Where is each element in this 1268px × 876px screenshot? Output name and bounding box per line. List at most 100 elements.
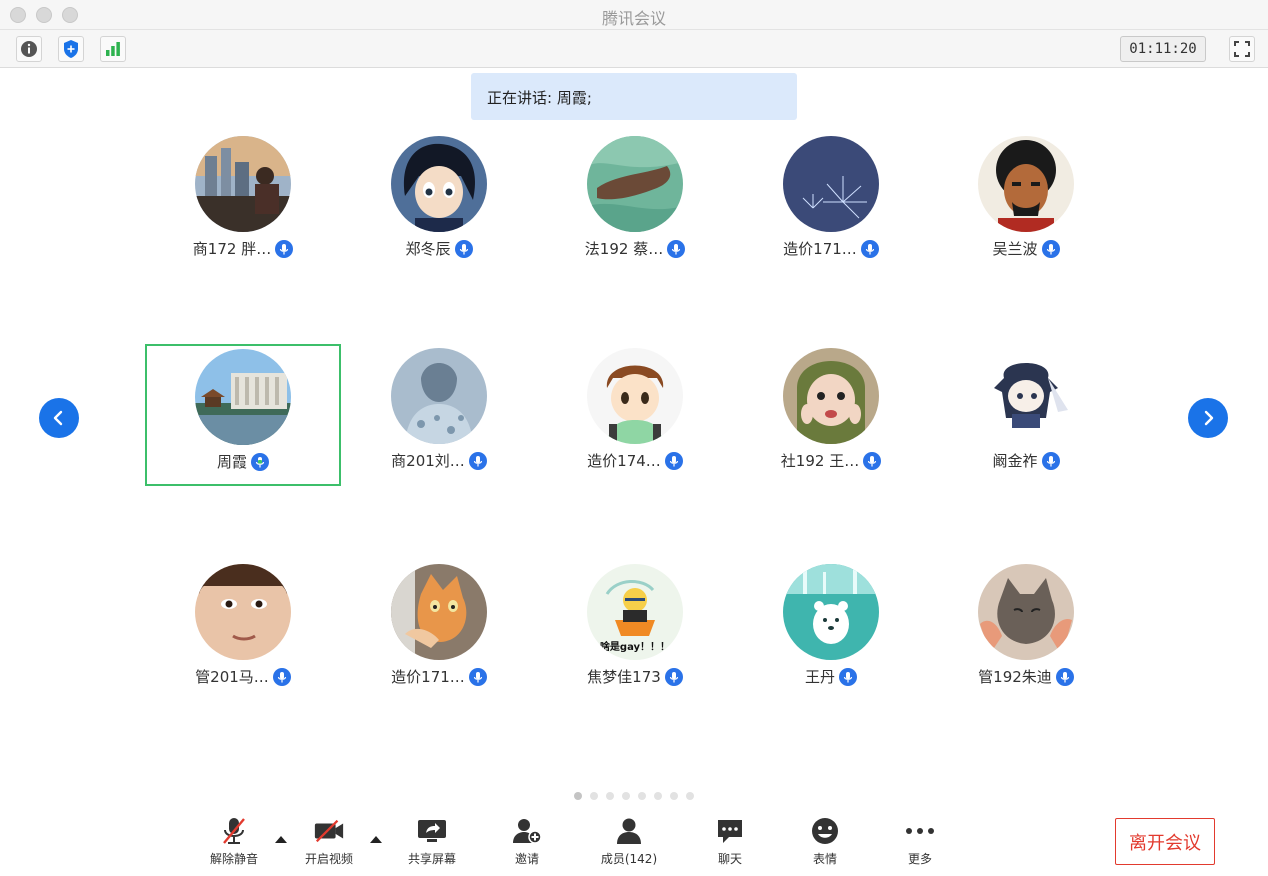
page-dot[interactable]: [606, 792, 614, 800]
page-dot[interactable]: [638, 792, 646, 800]
security-button[interactable]: [58, 36, 84, 62]
video-options-caret[interactable]: [370, 836, 382, 843]
window-title: 腾讯会议: [601, 9, 666, 28]
smiley-icon: [812, 818, 838, 844]
participant-tile[interactable]: 法192 蔡…: [537, 132, 733, 274]
invite-label: 邀请: [514, 852, 539, 866]
page-dot[interactable]: [622, 792, 630, 800]
avatar: [587, 348, 683, 444]
participant-name: 吴兰波: [992, 240, 1038, 258]
participant-tile[interactable]: 造价171…: [733, 132, 929, 274]
next-page-button[interactable]: [1188, 398, 1228, 438]
mic-icon: [667, 239, 686, 258]
start-video-button[interactable]: 开启视频: [289, 816, 369, 872]
fullscreen-icon: [1234, 41, 1250, 57]
participant-tile[interactable]: 吴兰波: [928, 132, 1124, 274]
mic-icon: [468, 451, 487, 470]
page-dot[interactable]: [670, 792, 678, 800]
mic-icon: [863, 451, 882, 470]
camera-off-icon: [314, 819, 344, 843]
participant-tile[interactable]: 商172 胖…: [145, 132, 341, 274]
participant-tile[interactable]: 社192 王…: [733, 344, 929, 486]
page-dot[interactable]: [654, 792, 662, 800]
participant-tile[interactable]: 商201刘…: [341, 344, 537, 486]
shield-icon: [64, 40, 78, 58]
mic-icon: [272, 667, 291, 686]
fullscreen-button[interactable]: [1229, 36, 1255, 62]
avatar: [195, 349, 291, 445]
page-dot[interactable]: [574, 792, 582, 800]
share-screen-button[interactable]: 共享屏幕: [392, 816, 472, 872]
mic-icon: [664, 667, 683, 686]
avatar: [978, 348, 1074, 444]
participant-tile[interactable]: 郑冬辰: [341, 132, 537, 274]
info-icon: [21, 41, 37, 57]
participant-name: 管201马…: [195, 668, 269, 686]
members-label: 成员(142): [600, 852, 658, 866]
meeting-info-button[interactable]: [16, 36, 42, 62]
page-dot[interactable]: [590, 792, 598, 800]
participant-name: 造价171…: [783, 240, 857, 258]
mic-icon: [664, 451, 683, 470]
chat-bubble-icon: [718, 820, 742, 843]
audio-options-caret[interactable]: [275, 836, 287, 843]
mic-icon: [1055, 667, 1074, 686]
participant-name: 商172 胖…: [192, 240, 272, 258]
mic-speaking-icon: [251, 452, 269, 471]
more-label: 更多: [907, 852, 932, 866]
avatar: [783, 564, 879, 660]
chat-button[interactable]: 聊天: [690, 816, 770, 872]
chevron-left-icon: [53, 410, 63, 426]
network-signal-button[interactable]: [100, 36, 126, 62]
unmute-button[interactable]: 解除静音: [194, 816, 274, 872]
mic-icon: [275, 239, 294, 258]
members-icon: [617, 818, 641, 844]
share-screen-icon: [418, 820, 446, 842]
avatar: [783, 348, 879, 444]
title-bar: 腾讯会议: [0, 0, 1268, 30]
participant-tile[interactable]: 管192朱迪: [928, 560, 1124, 702]
mic-icon: [839, 667, 857, 686]
participant-tile[interactable]: 王丹: [733, 560, 929, 702]
previous-page-button[interactable]: [39, 398, 79, 438]
share-screen-label: 共享屏幕: [407, 852, 456, 866]
avatar: [978, 136, 1074, 232]
participant-name: 焦梦佳173: [587, 668, 661, 686]
members-button[interactable]: 成员(142): [589, 816, 669, 872]
pagination-dots: [574, 792, 694, 800]
meeting-timer: 01:11:20: [1120, 36, 1206, 62]
avatar: [391, 136, 487, 232]
participant-tile[interactable]: 造价174…: [537, 344, 733, 486]
page-dot[interactable]: [686, 792, 694, 800]
meeting-controls-bar: 解除静音 开启视频 共享屏幕 邀请 成员(142) 聊天 表情 更多 离开会议: [0, 808, 1268, 876]
participant-tile[interactable]: 造价171…: [341, 560, 537, 702]
participant-tile[interactable]: 啥是gay！！！ 焦梦佳173: [537, 560, 733, 702]
more-dots-icon: [906, 828, 934, 834]
participant-name: 王丹: [804, 668, 835, 686]
participant-tile-active-speaker[interactable]: 周霞: [145, 344, 341, 486]
avatar: [391, 348, 487, 444]
mic-icon: [1041, 451, 1060, 470]
avatar: 啥是gay！！！: [587, 564, 683, 660]
reactions-label: 表情: [812, 852, 837, 866]
participant-name: 阚金祚: [992, 452, 1038, 470]
participant-name: 造价174…: [587, 452, 661, 470]
participant-tile[interactable]: 管201马…: [145, 560, 341, 702]
participant-name: 商201刘…: [391, 452, 465, 470]
unmute-label: 解除静音: [209, 852, 258, 866]
mic-icon: [454, 239, 473, 258]
mic-icon: [1041, 239, 1060, 258]
participant-tile[interactable]: 阚金祚: [928, 344, 1124, 486]
leave-meeting-button[interactable]: 离开会议: [1115, 818, 1215, 865]
avatar: [587, 136, 683, 232]
participant-name: 管192朱迪: [978, 668, 1052, 686]
add-user-icon: [513, 819, 542, 844]
reactions-button[interactable]: 表情: [785, 816, 865, 872]
participant-name: 社192 王…: [780, 452, 860, 470]
more-button[interactable]: 更多: [880, 816, 960, 872]
invite-button[interactable]: 邀请: [487, 816, 567, 872]
participant-name: 造价171…: [391, 668, 465, 686]
avatar-caption: 啥是gay！！！: [599, 642, 671, 653]
chevron-right-icon: [1204, 410, 1214, 426]
mic-icon: [860, 239, 879, 258]
